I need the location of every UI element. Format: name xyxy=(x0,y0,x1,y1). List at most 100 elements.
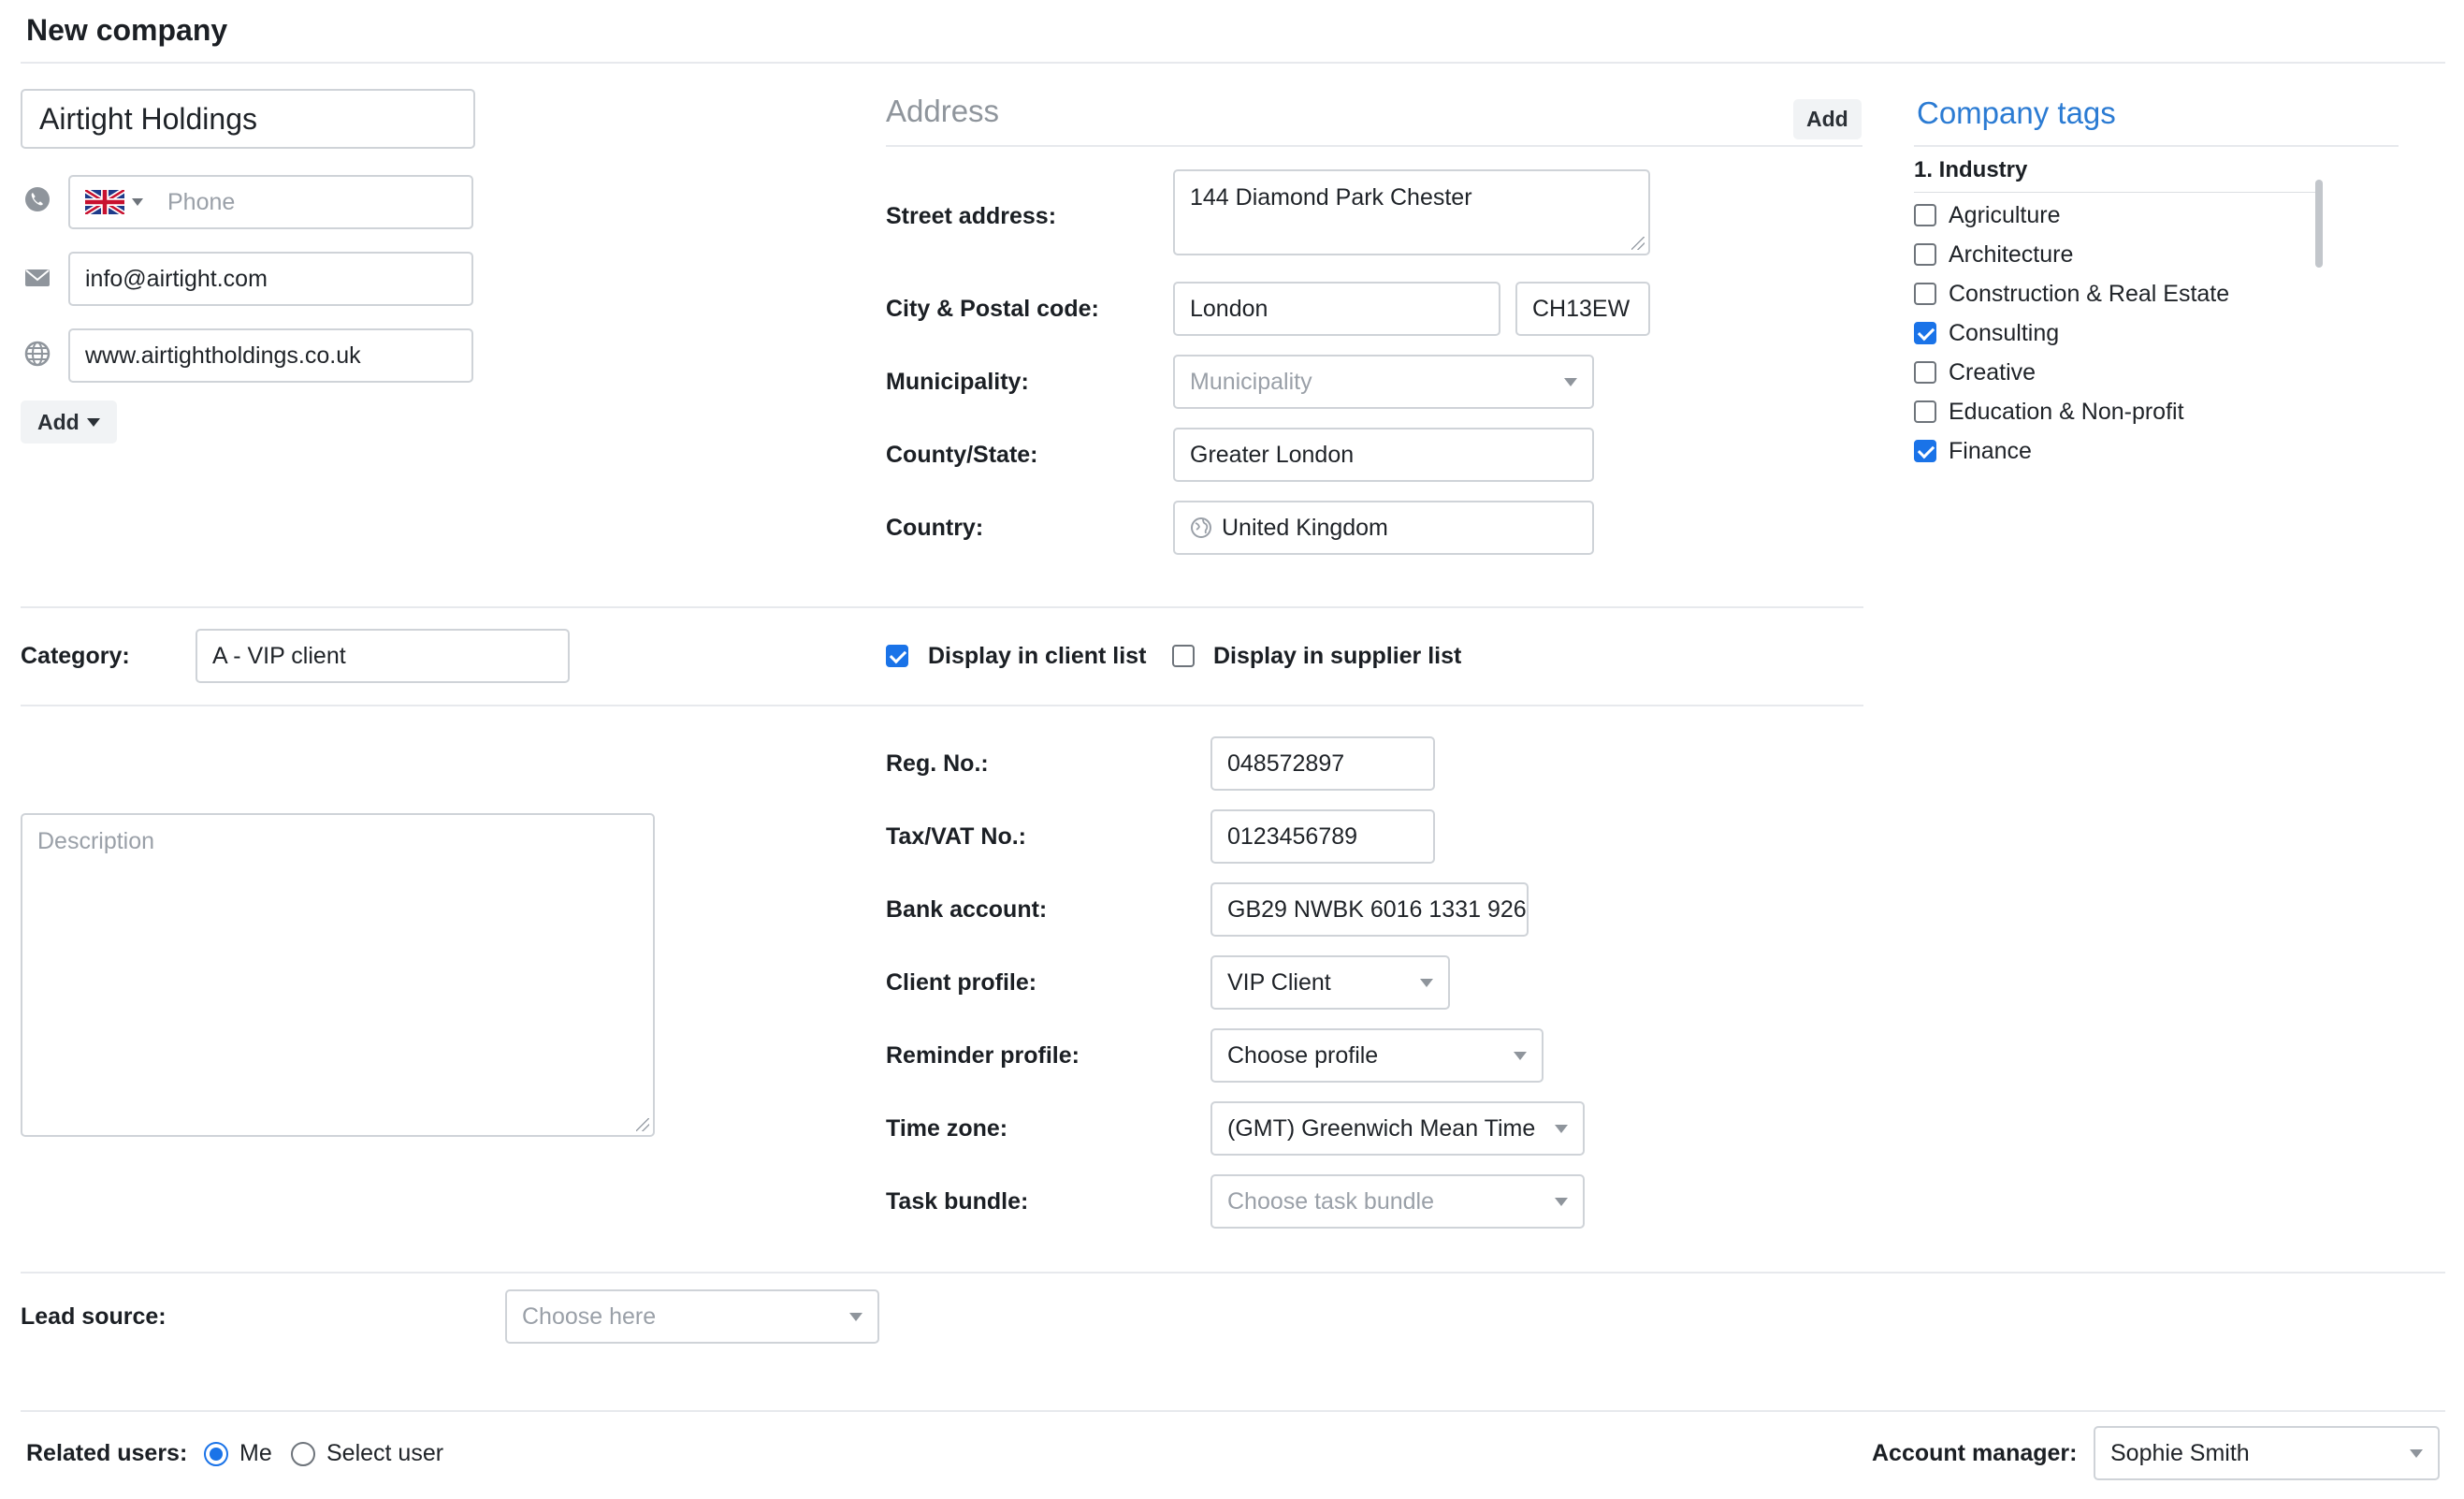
tag-creative-label: Creative xyxy=(1949,359,2036,386)
description-field[interactable]: Description xyxy=(21,813,655,1137)
time-zone-value: (GMT) Greenwich Mean Time xyxy=(1227,1114,1536,1142)
resize-handle-icon[interactable] xyxy=(1631,237,1645,250)
footer-divider xyxy=(21,1410,2445,1412)
tag-agriculture-checkbox[interactable] xyxy=(1914,204,1936,226)
postal-code-field[interactable]: CH13EW xyxy=(1515,282,1650,336)
municipality-select[interactable]: Municipality xyxy=(1173,355,1594,409)
tag-architecture-checkbox[interactable] xyxy=(1914,243,1936,266)
country-value: United Kingdom xyxy=(1222,514,1388,541)
bank-account-label: Bank account: xyxy=(886,896,1048,923)
tax-vat-value: 0123456789 xyxy=(1227,822,1358,850)
company-name-value: Airtight Holdings xyxy=(39,101,257,136)
tag-group-title: 1. Industry xyxy=(1914,157,2028,182)
client-profile-label: Client profile: xyxy=(886,969,1037,996)
time-zone-chevron-down-icon xyxy=(1555,1125,1568,1133)
website-field[interactable]: www.airtightholdings.co.uk xyxy=(68,328,473,383)
county-state-label: County/State: xyxy=(886,442,1038,468)
category-field[interactable]: A - VIP client xyxy=(196,629,570,683)
email-icon xyxy=(25,269,50,286)
tag-consulting-label: Consulting xyxy=(1949,320,2060,346)
task-bundle-placeholder: Choose task bundle xyxy=(1227,1187,1434,1215)
tag-agriculture-label: Agriculture xyxy=(1949,202,2061,228)
tax-vat-label: Tax/VAT No.: xyxy=(886,823,1026,850)
email-value: info@airtight.com xyxy=(85,265,268,292)
lead-top-divider xyxy=(21,1272,2445,1273)
tax-vat-field[interactable]: 0123456789 xyxy=(1210,809,1435,864)
display-supplier-list-label: Display in supplier list xyxy=(1213,643,1462,669)
task-bundle-select[interactable]: Choose task bundle xyxy=(1210,1174,1585,1229)
tags-scrollbar[interactable] xyxy=(2315,180,2323,268)
city-value: London xyxy=(1190,295,1268,322)
page-title: New company xyxy=(26,13,228,47)
phone-placeholder: Phone xyxy=(167,188,236,215)
lead-source-select[interactable]: Choose here xyxy=(505,1289,879,1344)
country-code-chevron-down-icon[interactable] xyxy=(132,198,143,206)
category-value: A - VIP client xyxy=(212,642,346,669)
account-manager-label: Account manager: xyxy=(1872,1440,2078,1466)
website-value: www.airtightholdings.co.uk xyxy=(85,342,361,369)
city-field[interactable]: London xyxy=(1173,282,1500,336)
related-users-label: Related users: xyxy=(26,1440,188,1466)
tag-education-label: Education & Non-profit xyxy=(1949,399,2184,425)
reminder-profile-select[interactable]: Choose profile xyxy=(1210,1028,1544,1083)
municipality-chevron-down-icon xyxy=(1564,378,1577,386)
client-profile-chevron-down-icon xyxy=(1420,979,1433,987)
country-label: Country: xyxy=(886,515,984,541)
display-supplier-list-checkbox[interactable] xyxy=(1172,645,1195,667)
street-address-field[interactable]: 144 Diamond Park Chester xyxy=(1173,169,1650,255)
tag-construction-checkbox[interactable] xyxy=(1914,283,1936,305)
related-users-select-label: Select user xyxy=(326,1440,444,1466)
city-postal-label: City & Postal code: xyxy=(886,296,1099,322)
address-divider xyxy=(886,145,1862,147)
street-address-value: 144 Diamond Park Chester xyxy=(1190,184,1472,211)
resize-handle-icon[interactable] xyxy=(636,1118,649,1131)
tag-creative-checkbox[interactable] xyxy=(1914,361,1936,384)
company-name-input[interactable]: Airtight Holdings xyxy=(21,89,475,149)
tag-consulting-checkbox[interactable] xyxy=(1914,322,1936,344)
time-zone-label: Time zone: xyxy=(886,1115,1008,1142)
tag-education-checkbox[interactable] xyxy=(1914,400,1936,423)
phone-field[interactable]: Phone xyxy=(68,175,473,229)
bank-account-value: GB29 NWBK 6016 1331 926 xyxy=(1227,895,1527,923)
bank-account-field[interactable]: GB29 NWBK 6016 1331 926 xyxy=(1210,882,1529,937)
time-zone-select[interactable]: (GMT) Greenwich Mean Time xyxy=(1210,1101,1585,1156)
county-state-field[interactable]: Greater London xyxy=(1173,428,1594,482)
reg-no-field[interactable]: 048572897 xyxy=(1210,736,1435,791)
category-bottom-divider xyxy=(21,705,1863,706)
display-client-list-checkbox[interactable] xyxy=(886,645,908,667)
county-state-value: Greater London xyxy=(1190,441,1355,468)
reminder-profile-label: Reminder profile: xyxy=(886,1042,1080,1069)
uk-flag-icon xyxy=(85,190,124,214)
lead-source-label: Lead source: xyxy=(21,1303,167,1330)
reg-no-value: 048572897 xyxy=(1227,750,1345,777)
task-bundle-chevron-down-icon xyxy=(1555,1198,1568,1206)
task-bundle-label: Task bundle: xyxy=(886,1188,1029,1215)
account-manager-select[interactable]: Sophie Smith xyxy=(2094,1426,2440,1480)
reg-no-label: Reg. No.: xyxy=(886,750,989,777)
email-field[interactable]: info@airtight.com xyxy=(68,252,473,306)
related-users-select-radio[interactable] xyxy=(291,1442,315,1466)
tag-architecture-label: Architecture xyxy=(1949,241,2074,268)
display-client-list-label: Display in client list xyxy=(928,643,1147,669)
tag-finance-checkbox[interactable] xyxy=(1914,440,1936,462)
account-manager-value: Sophie Smith xyxy=(2110,1439,2250,1466)
category-label: Category: xyxy=(21,643,130,669)
reminder-profile-chevron-down-icon xyxy=(1514,1052,1527,1060)
tag-group-divider xyxy=(1914,192,2318,193)
company-tags-title: Company tags xyxy=(1917,95,2116,130)
municipality-label: Municipality: xyxy=(886,369,1029,395)
category-top-divider xyxy=(21,606,1863,608)
postal-code-value: CH13EW xyxy=(1532,295,1631,322)
header-divider xyxy=(21,62,2445,64)
client-profile-value: VIP Client xyxy=(1227,968,1331,996)
add-address-button[interactable]: Add xyxy=(1793,99,1862,139)
country-select[interactable]: United Kingdom xyxy=(1173,501,1594,555)
add-contact-label: Add xyxy=(37,409,80,434)
add-contact-button[interactable]: Add xyxy=(21,400,117,444)
account-manager-chevron-down-icon xyxy=(2410,1449,2423,1458)
globe-icon xyxy=(1191,517,1211,538)
client-profile-select[interactable]: VIP Client xyxy=(1210,955,1450,1010)
related-users-me-radio[interactable] xyxy=(204,1442,228,1466)
description-placeholder: Description xyxy=(37,828,155,854)
tag-construction-label: Construction & Real Estate xyxy=(1949,281,2230,307)
